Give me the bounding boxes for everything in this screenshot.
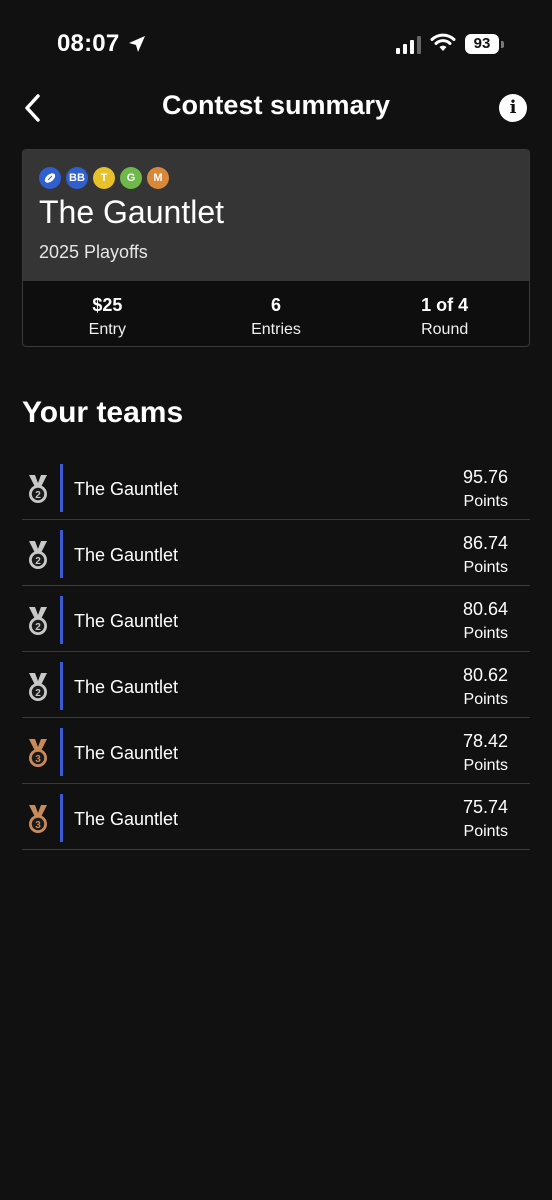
stat-entry: $25 Entry bbox=[23, 281, 192, 346]
team-accent-bar bbox=[60, 662, 63, 710]
stat-entries: 6 Entries bbox=[192, 281, 361, 346]
medal-rank: 2 bbox=[35, 622, 41, 633]
wifi-icon bbox=[430, 33, 456, 51]
status-time: 08:07 bbox=[57, 30, 120, 57]
team-points: 80.62 Points bbox=[463, 665, 508, 709]
stat-value: 1 of 4 bbox=[421, 295, 469, 315]
silver-medal-icon: 2 bbox=[29, 607, 47, 635]
points-label: Points bbox=[463, 493, 508, 510]
medal-rank: 2 bbox=[35, 556, 41, 567]
team-row[interactable]: 2 The Gauntlet 95.76 Points bbox=[22, 454, 530, 520]
status-bar: 08:07 93 bbox=[0, 0, 552, 80]
silver-medal-icon: 2 bbox=[29, 673, 47, 701]
bronze-medal-icon: 3 bbox=[29, 805, 47, 833]
contest-name: The Gauntlet bbox=[39, 194, 224, 230]
team-points: 95.76 Points bbox=[463, 467, 508, 511]
points-label: Points bbox=[463, 823, 508, 840]
contest-stats: $25 Entry 6 Entries 1 of 4 Round bbox=[23, 281, 529, 346]
medal-rank: 2 bbox=[35, 688, 41, 699]
medal-rank: 3 bbox=[35, 754, 41, 765]
bronze-medal-icon: 3 bbox=[29, 739, 47, 767]
page-title: Contest summary bbox=[161, 90, 391, 120]
stat-label: Entries bbox=[251, 321, 301, 338]
team-row[interactable]: 2 The Gauntlet 86.74 Points bbox=[22, 520, 530, 586]
silver-medal-icon: 2 bbox=[29, 475, 47, 503]
silver-medal-icon: 2 bbox=[29, 541, 47, 569]
football-icon bbox=[39, 167, 61, 189]
info-icon: i bbox=[509, 97, 517, 118]
points-value: 78.42 bbox=[462, 731, 508, 751]
battery-nub bbox=[501, 41, 504, 48]
team-row[interactable]: 2 The Gauntlet 80.62 Points bbox=[22, 652, 530, 718]
points-value: 86.74 bbox=[462, 533, 508, 553]
team-accent-bar bbox=[60, 794, 63, 842]
points-label: Points bbox=[463, 559, 508, 576]
mma-badge: M bbox=[147, 167, 169, 189]
team-points: 86.74 Points bbox=[463, 533, 508, 577]
team-points: 78.42 Points bbox=[463, 731, 508, 775]
team-points: 80.64 Points bbox=[463, 599, 508, 643]
team-name: The Gauntlet bbox=[74, 809, 179, 829]
team-accent-bar bbox=[60, 728, 63, 776]
battery-icon: 93 bbox=[465, 34, 499, 54]
team-row[interactable]: 3 The Gauntlet 75.74 Points bbox=[22, 784, 530, 850]
team-name: The Gauntlet bbox=[74, 611, 179, 631]
medal-rank: 2 bbox=[35, 490, 41, 501]
team-name: The Gauntlet bbox=[74, 677, 179, 697]
info-button[interactable]: i bbox=[499, 94, 527, 122]
points-value: 75.74 bbox=[462, 797, 508, 817]
points-value: 80.62 bbox=[462, 665, 508, 685]
medal-rank: 3 bbox=[35, 820, 41, 831]
stat-round: 1 of 4 Round bbox=[360, 281, 529, 346]
team-accent-bar bbox=[60, 530, 63, 578]
tennis-badge: T bbox=[93, 167, 115, 189]
contest-card-header: BB T G M The Gauntlet 2025 Playoffs bbox=[23, 150, 529, 281]
basketball-badge: BB bbox=[66, 167, 88, 189]
stat-label: Entry bbox=[88, 321, 126, 338]
stat-value: $25 bbox=[92, 295, 123, 315]
team-name: The Gauntlet bbox=[74, 743, 179, 763]
teams-list: 2 The Gauntlet 95.76 Points 2 The Gauntlet 86.… bbox=[22, 454, 530, 850]
contest-card[interactable]: BB T G M The Gauntlet 2025 Playoffs $25 … bbox=[22, 149, 530, 347]
signal-icon bbox=[396, 36, 421, 54]
team-points: 75.74 Points bbox=[463, 797, 508, 841]
team-name: The Gauntlet bbox=[74, 479, 179, 499]
golf-badge: G bbox=[120, 167, 142, 189]
team-row[interactable]: 2 The Gauntlet 80.64 Points bbox=[22, 586, 530, 652]
points-label: Points bbox=[463, 625, 508, 642]
points-label: Points bbox=[463, 691, 508, 708]
team-row[interactable]: 3 The Gauntlet 78.42 Points bbox=[22, 718, 530, 784]
points-label: Points bbox=[463, 757, 508, 774]
stat-label: Round bbox=[421, 321, 469, 338]
points-value: 80.64 bbox=[462, 599, 508, 619]
sport-badges: BB T G M bbox=[39, 167, 169, 189]
section-title-your-teams: Your teams bbox=[22, 396, 184, 429]
team-name: The Gauntlet bbox=[74, 545, 179, 565]
contest-subtitle: 2025 Playoffs bbox=[39, 242, 148, 262]
points-value: 95.76 bbox=[462, 467, 508, 487]
team-accent-bar bbox=[60, 596, 63, 644]
stat-value: 6 bbox=[271, 295, 282, 315]
location-arrow-icon bbox=[129, 36, 145, 52]
team-accent-bar bbox=[60, 464, 63, 512]
